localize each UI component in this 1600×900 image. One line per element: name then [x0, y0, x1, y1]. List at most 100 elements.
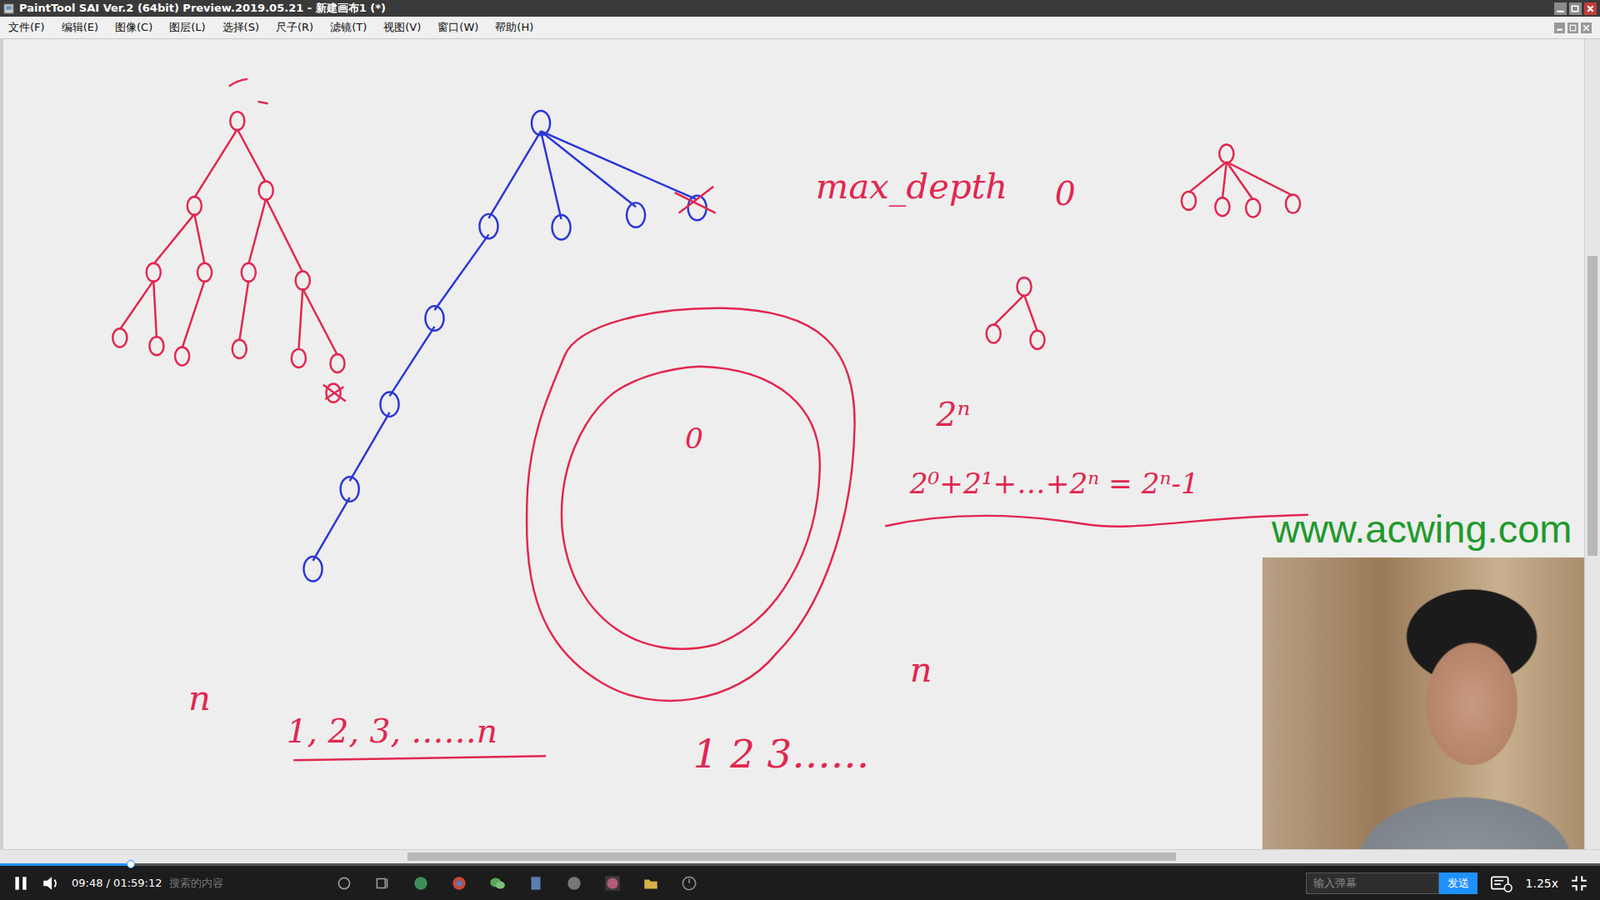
tree-node — [230, 111, 245, 130]
pause-icon[interactable] — [11, 874, 30, 893]
tree-edge — [540, 130, 698, 200]
handwritten-note: n — [188, 677, 211, 719]
tree-edge — [313, 497, 350, 561]
window-controls — [1554, 2, 1597, 15]
scrollbar-thumb[interactable] — [1587, 255, 1598, 556]
tree-edge — [1222, 161, 1227, 199]
tree-edge — [239, 280, 249, 341]
volume-icon[interactable] — [41, 874, 60, 893]
handwritten-note: 2ⁿ — [935, 395, 971, 434]
workspace: max_depth02ⁿ2⁰+2¹+…+2ⁿ = 2ⁿ-1n1, 2, 3, …… — [0, 39, 1600, 850]
tree-edge — [1188, 161, 1226, 193]
chrome-icon[interactable] — [450, 874, 469, 893]
tree-node — [187, 196, 202, 215]
video-player-bar: 09:48 / 01:59:12 搜索的内容 发送 1.25x — [0, 863, 1600, 900]
minimize-icon[interactable] — [1554, 2, 1567, 15]
cross-mark — [323, 385, 346, 402]
tree-edge — [265, 198, 303, 272]
outer-circle — [526, 308, 855, 701]
taskbar-icons — [335, 874, 699, 893]
menu-item[interactable]: 图像(C) — [115, 20, 153, 35]
tree-node — [1285, 195, 1300, 214]
doc-close-icon[interactable] — [1580, 22, 1592, 34]
app-icon — [3, 3, 15, 15]
tree-node — [626, 202, 645, 227]
folder-icon[interactable] — [641, 874, 660, 893]
tree-node — [1219, 144, 1234, 163]
tree-node — [259, 181, 274, 200]
menu-item[interactable]: 滤镜(T) — [330, 20, 367, 35]
progress-knob[interactable] — [126, 860, 135, 869]
handwritten-note: 2⁰+2¹+…+2ⁿ = 2ⁿ-1 — [909, 466, 1200, 500]
tree-edge — [993, 295, 1025, 326]
inner-circle — [561, 366, 820, 650]
screen: PaintTool SAI Ver.2 (64bit) Preview.2019… — [0, 0, 1600, 900]
tree-node — [295, 271, 310, 290]
menu-item[interactable]: 图层(L) — [169, 20, 205, 35]
tree-node — [551, 215, 570, 240]
menu-item[interactable]: 文件(F) — [8, 20, 45, 35]
tree-node — [479, 214, 498, 239]
tree-node — [986, 324, 1001, 343]
tree-node — [232, 340, 247, 359]
vertical-scrollbar[interactable] — [1584, 39, 1600, 850]
canvas[interactable]: max_depth02ⁿ2⁰+2¹+…+2ⁿ = 2ⁿ-1n1, 2, 3, …… — [0, 39, 1585, 850]
tree-edge — [488, 130, 541, 218]
danmaku-input[interactable] — [1305, 872, 1440, 895]
menu-item[interactable]: 尺子(R) — [275, 20, 314, 35]
menu-item[interactable]: 编辑(E) — [61, 20, 99, 35]
tree-node — [531, 110, 550, 135]
playback-speed[interactable]: 1.25x — [1525, 876, 1559, 890]
time-display: 09:48 / 01:59:12 — [71, 876, 163, 890]
wechat-icon[interactable] — [488, 874, 507, 893]
doc-restore-icon[interactable] — [1567, 22, 1579, 34]
window-title: PaintTool SAI Ver.2 (64bit) Preview.2019… — [19, 0, 386, 16]
menu-item[interactable]: 视图(V) — [383, 20, 421, 35]
title-bar: PaintTool SAI Ver.2 (64bit) Preview.2019… — [0, 0, 1600, 17]
tree-edge — [248, 198, 266, 265]
exit-fullscreen-icon[interactable] — [1570, 874, 1589, 893]
tree-node — [1181, 191, 1196, 210]
menu-item[interactable]: 帮助(H) — [495, 20, 534, 35]
progress-bar[interactable] — [0, 863, 1600, 866]
restore-icon[interactable] — [1569, 2, 1582, 15]
menu-item[interactable]: 选择(S) — [222, 20, 260, 35]
player-controls: 09:48 / 01:59:12 搜索的内容 发送 1.25x — [0, 865, 1600, 900]
tree-node — [291, 349, 306, 368]
app-icon[interactable] — [565, 874, 584, 893]
task-view-icon[interactable] — [373, 874, 392, 893]
send-button[interactable]: 发送 — [1439, 872, 1478, 895]
browser-icon[interactable] — [411, 874, 430, 893]
webcam-video — [1262, 557, 1585, 850]
underline — [293, 755, 546, 760]
doc-minimize-icon[interactable] — [1554, 22, 1565, 34]
close-icon[interactable] — [1584, 2, 1597, 15]
underline — [885, 515, 1309, 527]
handwritten-note: 1, 2, 3, ……n — [286, 712, 498, 750]
handwritten-note: 0 — [1055, 175, 1076, 213]
tree-node — [1030, 330, 1045, 350]
cortana-icon[interactable] — [335, 874, 354, 893]
tree-edge — [390, 326, 435, 396]
danmaku-toggle-icon[interactable] — [1489, 874, 1515, 893]
tree-node — [197, 263, 212, 282]
sai-icon[interactable] — [603, 874, 622, 893]
timer-icon[interactable] — [680, 874, 699, 893]
horizontal-scrollbar[interactable] — [0, 849, 1600, 864]
tree-node — [380, 391, 399, 416]
handwritten-note: n — [910, 649, 933, 690]
tree-edge — [1024, 295, 1038, 332]
scrollbar-thumb[interactable] — [407, 852, 1176, 861]
handwritten-note: 1 2 3…… — [693, 731, 870, 777]
notes-icon[interactable] — [526, 874, 545, 893]
tree-edge — [237, 129, 266, 183]
tree-edge — [182, 280, 205, 349]
tree-edge — [194, 129, 238, 198]
cross-mark — [675, 186, 716, 214]
search-hint: 搜索的内容 — [169, 875, 224, 891]
watermark: www.acwing.com — [1271, 505, 1572, 552]
menu-item[interactable]: 窗口(W) — [437, 20, 479, 35]
tree-edge — [302, 288, 338, 355]
tree-edge — [153, 214, 195, 265]
tree-node — [1245, 198, 1260, 217]
